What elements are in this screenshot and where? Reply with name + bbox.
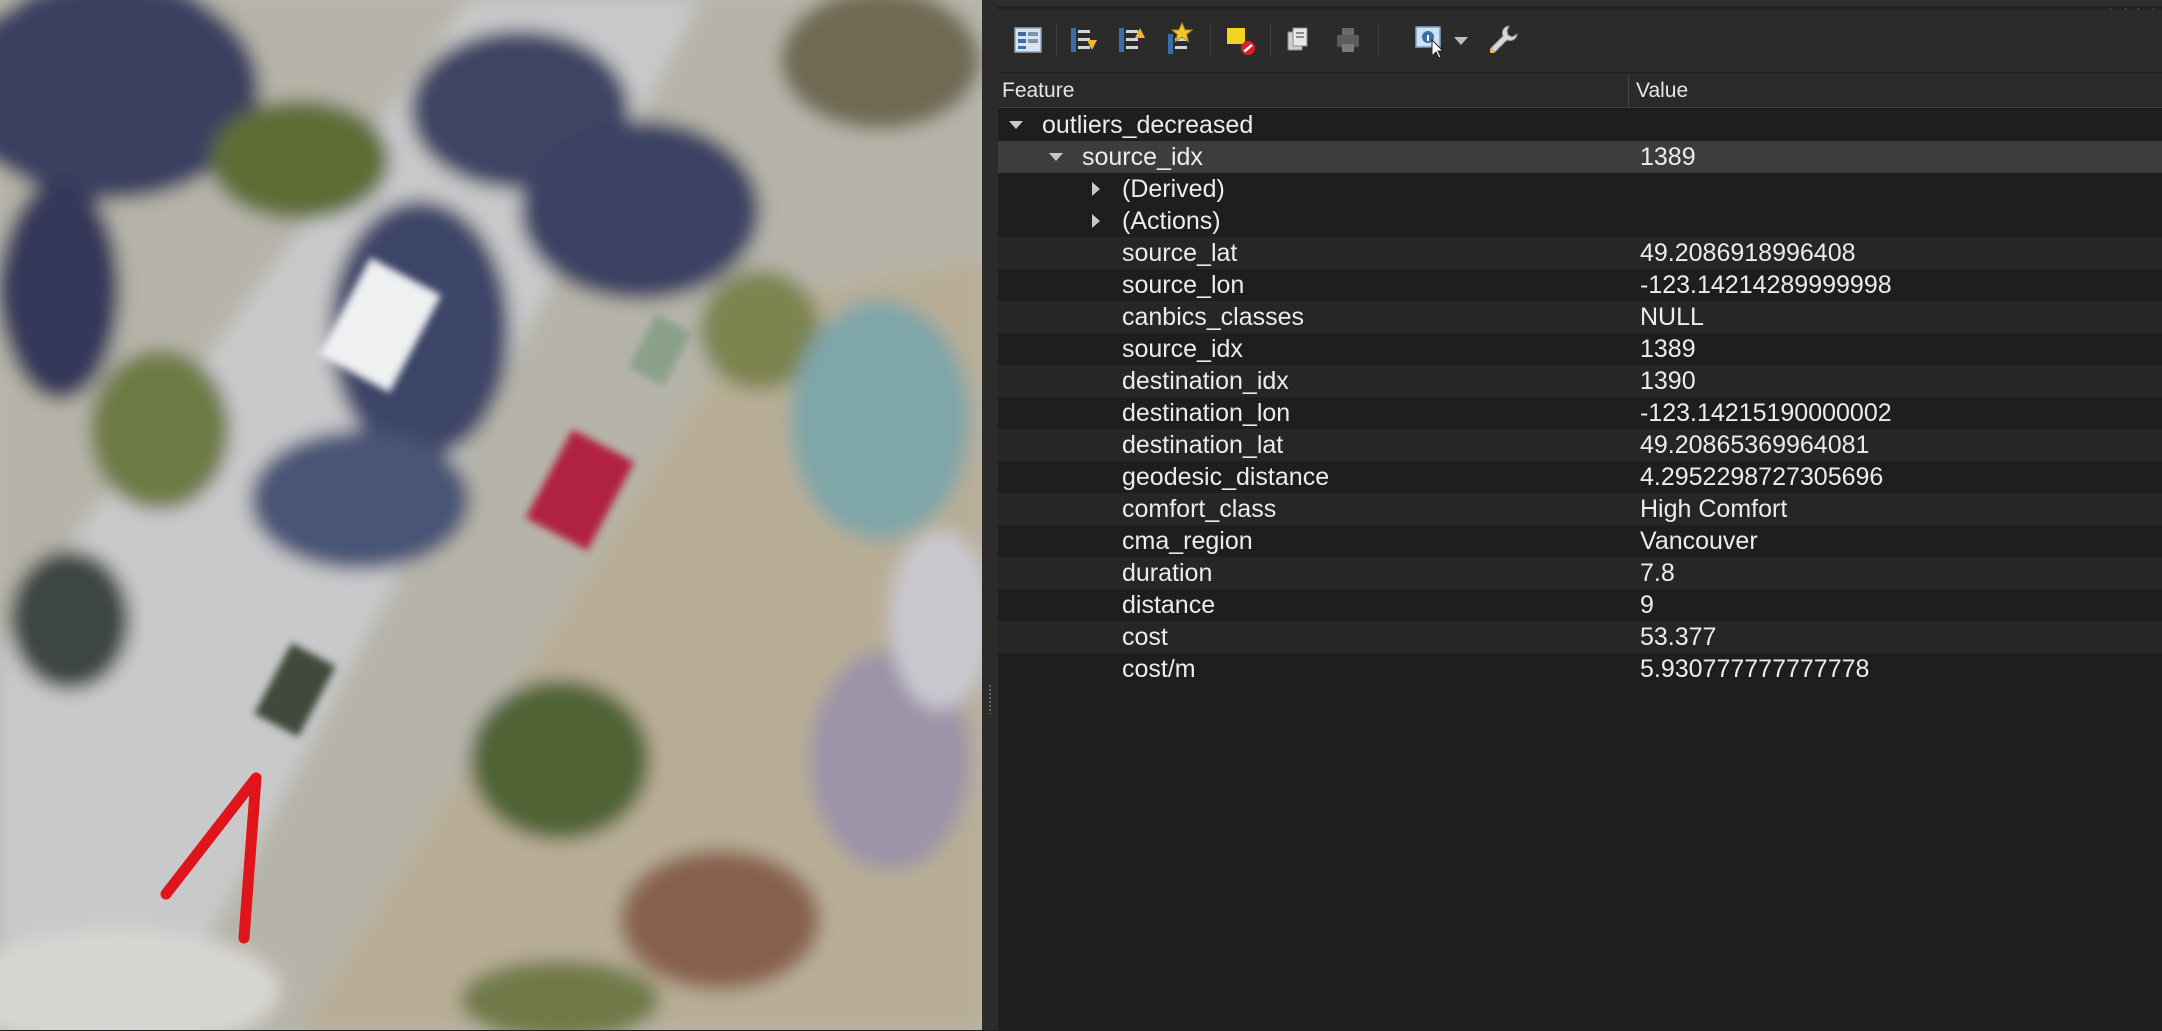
feature-label: source_idx (1082, 143, 1203, 171)
attribute-field: cma_region (1122, 527, 1253, 555)
attribute-row[interactable]: geodesic_distance 4.2952298727305696 (998, 461, 2162, 493)
column-divider[interactable] (1628, 75, 1629, 107)
toolbar-separator (1378, 24, 1379, 56)
attribute-field: destination_idx (1122, 367, 1289, 395)
attribute-value: -123.14215190000002 (1640, 399, 1892, 427)
attribute-value: NULL (1640, 303, 1704, 331)
identify-mode-icon[interactable] (1410, 20, 1450, 60)
collapse-arrow-icon[interactable] (1046, 141, 1066, 173)
attribute-value: 7.8 (1640, 559, 1675, 587)
group-label: (Derived) (1122, 175, 1225, 203)
attribute-field: distance (1122, 591, 1216, 619)
actions-group-row[interactable]: (Actions) (998, 205, 2162, 237)
attribute-row[interactable]: comfort_class High Comfort (998, 493, 2162, 525)
expand-arrow-icon[interactable] (1086, 205, 1106, 237)
attribute-row[interactable]: canbics_classes NULL (998, 301, 2162, 333)
panel-title-bar (998, 0, 2162, 6)
attribute-value: 53.377 (1640, 623, 1717, 651)
attribute-field: source_idx (1122, 335, 1243, 363)
attribute-row[interactable]: source_idx 1389 (998, 333, 2162, 365)
attribute-field: cost (1122, 623, 1168, 651)
attribute-row[interactable]: cost/m 5.930777777777778 (998, 653, 2162, 685)
layer-name: outliers_decreased (1042, 111, 1254, 139)
attribute-row[interactable]: source_lon -123.14214289999998 (998, 269, 2162, 301)
value-column-header[interactable]: Value (1636, 75, 1688, 107)
toolbar-separator (1056, 24, 1057, 56)
attribute-value: -123.14214289999998 (1640, 271, 1892, 299)
attribute-field: duration (1122, 559, 1213, 587)
toolbar-separator (1210, 24, 1211, 56)
layer-row[interactable]: outliers_decreased (998, 109, 2162, 141)
attribute-value: 49.20865369964081 (1640, 431, 1870, 459)
group-label: (Actions) (1122, 207, 1221, 235)
attribute-field: source_lat (1122, 239, 1238, 267)
attribute-value: 1389 (1640, 335, 1696, 363)
expand-new-results-icon[interactable] (1158, 20, 1198, 60)
feature-column-header[interactable]: Feature (1002, 75, 1074, 107)
splitter-grip[interactable] (988, 684, 992, 714)
aerial-imagery (0, 0, 982, 1030)
attribute-field: canbics_classes (1122, 303, 1305, 331)
attribute-row[interactable]: cma_region Vancouver (998, 525, 2162, 557)
attribute-row[interactable]: duration 7.8 (998, 557, 2162, 589)
panel-splitter[interactable] (982, 0, 998, 1030)
attribute-row[interactable]: distance 9 (998, 589, 2162, 621)
settings-wrench-icon[interactable] (1482, 20, 1522, 60)
clear-results-icon[interactable] (1220, 20, 1260, 60)
results-tree: Feature Value outliers_decreased source_… (998, 74, 2162, 1031)
attribute-field: comfort_class (1122, 495, 1277, 523)
dropdown-arrow-icon[interactable] (1450, 20, 1472, 60)
attribute-row[interactable]: destination_lat 49.20865369964081 (998, 429, 2162, 461)
map-canvas[interactable] (0, 0, 982, 1030)
copy-feature-icon[interactable] (1278, 20, 1318, 60)
identify-toolbar (998, 10, 2162, 72)
collapse-all-icon[interactable] (1110, 20, 1150, 60)
attribute-row[interactable]: source_lat 49.2086918996408 (998, 237, 2162, 269)
feature-value: 1389 (1640, 143, 1696, 171)
feature-row[interactable]: source_idx 1389 (998, 141, 2162, 173)
collapse-arrow-icon[interactable] (1006, 109, 1026, 141)
identify-results-panel: Feature Value outliers_decreased source_… (998, 0, 2162, 1031)
attribute-value: 1390 (1640, 367, 1696, 395)
attribute-row[interactable]: destination_lon -123.14215190000002 (998, 397, 2162, 429)
attribute-value: 49.2086918996408 (1640, 239, 1856, 267)
attribute-row[interactable]: destination_idx 1390 (998, 365, 2162, 397)
attribute-field: destination_lat (1122, 431, 1284, 459)
attribute-value: Vancouver (1640, 527, 1758, 555)
window-buttons (2109, 0, 2162, 13)
derived-group-row[interactable]: (Derived) (998, 173, 2162, 205)
expand-arrow-icon[interactable] (1086, 173, 1106, 205)
attribute-field: cost/m (1122, 655, 1196, 683)
expand-tree-icon[interactable] (1008, 20, 1048, 60)
attribute-field: geodesic_distance (1122, 463, 1330, 491)
attribute-value: 9 (1640, 591, 1654, 619)
attribute-value: High Comfort (1640, 495, 1788, 523)
attribute-value: 4.2952298727305696 (1640, 463, 1884, 491)
tree-header: Feature Value (998, 75, 2162, 108)
attribute-value: 5.930777777777778 (1640, 655, 1870, 683)
attribute-field: destination_lon (1122, 399, 1291, 427)
expand-all-icon[interactable] (1062, 20, 1102, 60)
attribute-row[interactable]: cost 53.377 (998, 621, 2162, 653)
print-icon[interactable] (1328, 20, 1368, 60)
toolbar-separator (1270, 24, 1271, 56)
attribute-field: source_lon (1122, 271, 1245, 299)
